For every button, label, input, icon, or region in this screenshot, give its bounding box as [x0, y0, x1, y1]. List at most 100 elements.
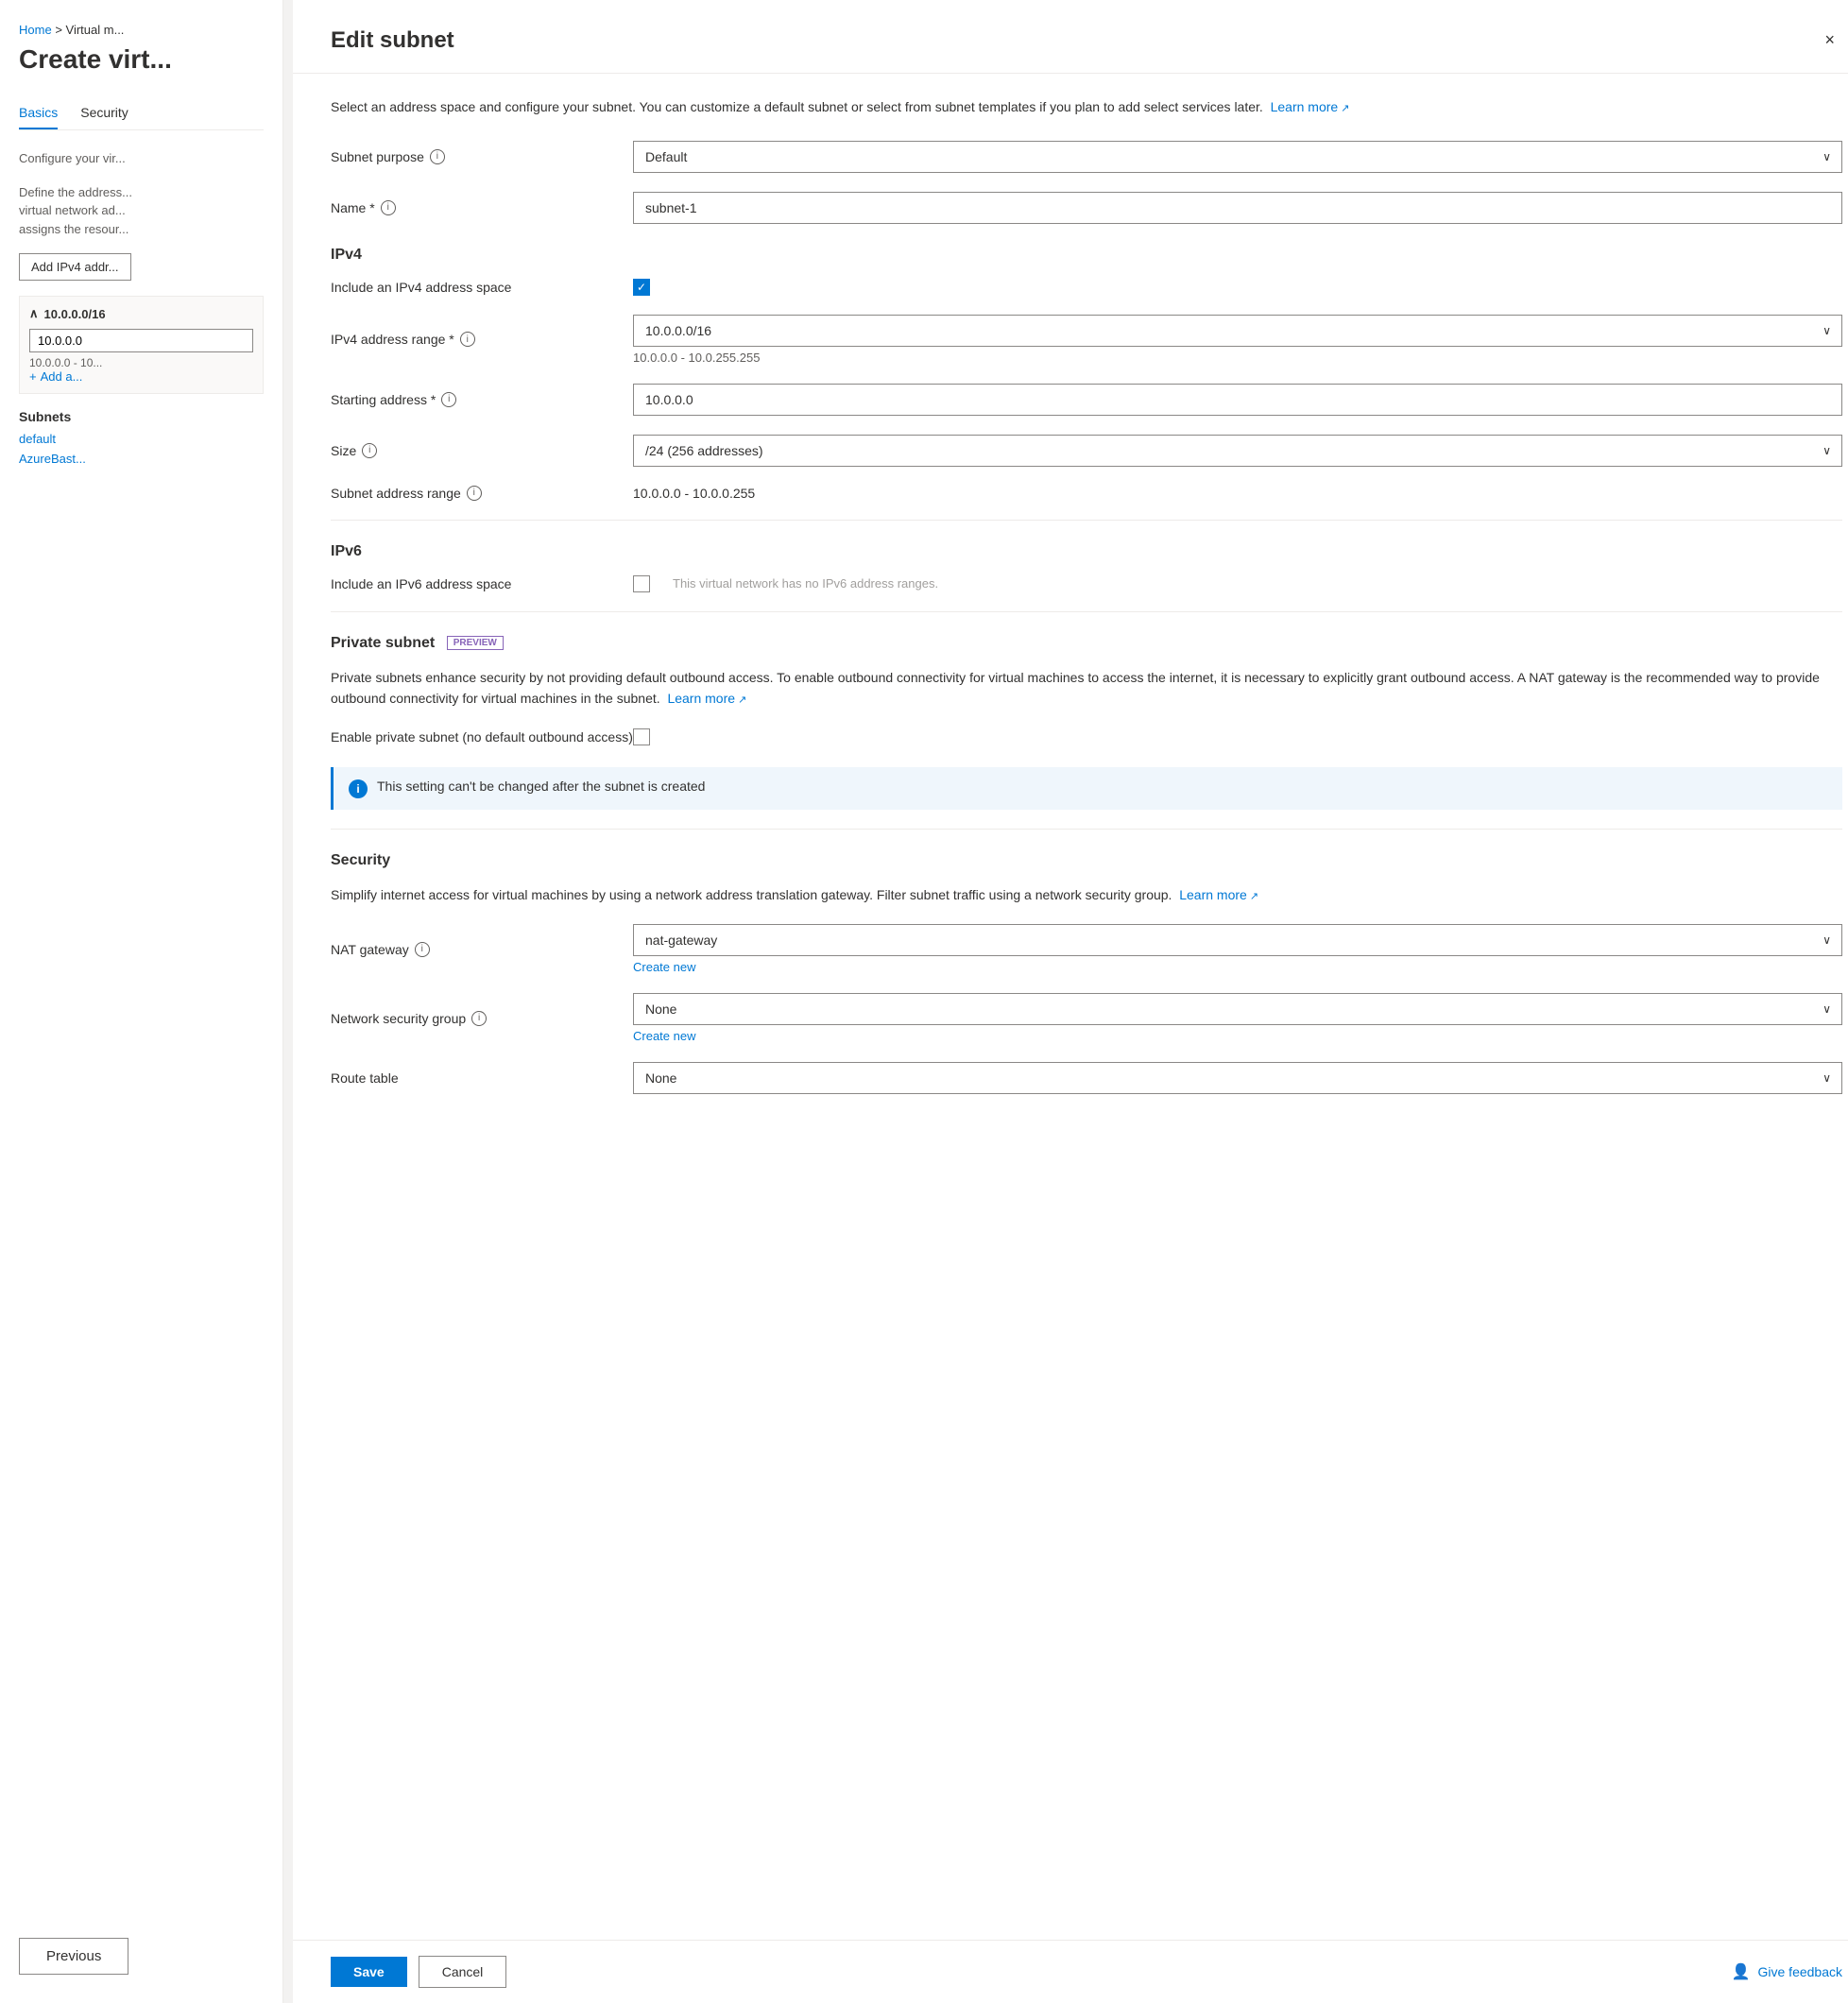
subnet-range-info-icon[interactable]: i [467, 486, 482, 501]
include-ipv4-row: Include an IPv4 address space ✓ [331, 279, 1842, 296]
include-ipv6-row: Include an IPv6 address space This virtu… [331, 575, 1842, 592]
subnet-purpose-row: Subnet purpose i Default [331, 141, 1842, 173]
route-table-select-wrapper: None [633, 1062, 1842, 1094]
nat-gateway-control: nat-gateway Create new [633, 924, 1842, 974]
save-button[interactable]: Save [331, 1957, 407, 1987]
ipv6-heading: IPv6 [331, 543, 1842, 560]
starting-address-control [633, 384, 1842, 416]
add-link[interactable]: + Add a... [29, 369, 253, 384]
divider-private-security [331, 829, 1842, 830]
panel-title: Edit subnet [331, 27, 454, 54]
define-label: Define the address... virtual network ad… [19, 183, 264, 239]
subnets-label: Subnets [19, 409, 264, 424]
breadcrumb-separator: > [55, 23, 65, 37]
security-heading: Security [331, 852, 1842, 869]
size-label: Size i [331, 443, 633, 458]
private-subnet-heading: Private subnet PREVIEW [331, 635, 1842, 652]
nat-gateway-select[interactable]: nat-gateway [633, 924, 1842, 956]
name-input[interactable] [633, 192, 1842, 224]
panel-header: Edit subnet × [293, 0, 1848, 74]
name-control [633, 192, 1842, 224]
security-desc: Simplify internet access for virtual mac… [331, 884, 1842, 906]
include-ipv6-control: This virtual network has no IPv6 address… [633, 575, 1842, 592]
give-feedback[interactable]: 👤 Give feedback [1732, 1962, 1842, 1981]
preview-badge: PREVIEW [447, 636, 504, 650]
subnet-purpose-select-wrapper: Default [633, 141, 1842, 173]
nsg-select-wrapper: None [633, 993, 1842, 1025]
include-ipv4-control: ✓ [633, 279, 1842, 296]
nsg-label: Network security group i [331, 1011, 633, 1026]
size-info-icon[interactable]: i [362, 443, 377, 458]
subnet-azurebast-link[interactable]: AzureBast... [19, 452, 264, 466]
tab-basics[interactable]: Basics [19, 97, 58, 129]
name-info-icon[interactable]: i [381, 200, 396, 215]
ipv4-range-info-icon[interactable]: i [460, 332, 475, 347]
close-button[interactable]: × [1817, 26, 1842, 54]
ip-header: ∧ 10.0.0.0/16 [29, 306, 253, 321]
enable-private-label: Enable private subnet (no default outbou… [331, 728, 633, 747]
route-table-label: Route table [331, 1070, 633, 1086]
ip-block: ∧ 10.0.0.0/16 10.0.0.0 - 10... + Add a..… [19, 296, 264, 394]
ipv4-range-select[interactable]: 10.0.0.0/16 [633, 315, 1842, 347]
subnet-purpose-control: Default [633, 141, 1842, 173]
size-select[interactable]: /24 (256 addresses) [633, 435, 1842, 467]
configure-label: Configure your vir... [19, 149, 264, 168]
starting-address-label: Starting address * i [331, 392, 633, 407]
subnet-range-label: Subnet address range i [331, 486, 633, 501]
route-table-select[interactable]: None [633, 1062, 1842, 1094]
enable-private-control [633, 728, 1842, 748]
ipv4-range-label: IPv4 address range * i [331, 332, 633, 347]
name-row: Name * i [331, 192, 1842, 224]
edit-subnet-panel: Edit subnet × Select an address space an… [293, 0, 1848, 2003]
footer-left: Save Cancel [331, 1956, 506, 1988]
ipv4-range-control: 10.0.0.0/16 10.0.0.0 - 10.0.255.255 [633, 315, 1842, 365]
enable-private-row: Enable private subnet (no default outbou… [331, 728, 1842, 748]
learn-more-intro[interactable]: Learn more [1271, 99, 1350, 114]
nat-gateway-select-wrapper: nat-gateway [633, 924, 1842, 956]
nat-gateway-create-new[interactable]: Create new [633, 960, 1842, 974]
nsg-create-new[interactable]: Create new [633, 1029, 1842, 1043]
cancel-button[interactable]: Cancel [419, 1956, 507, 1988]
nsg-select[interactable]: None [633, 993, 1842, 1025]
nsg-info-icon[interactable]: i [471, 1011, 487, 1026]
previous-button[interactable]: Previous [19, 1938, 128, 1975]
subnet-purpose-label: Subnet purpose i [331, 149, 633, 164]
private-desc: Private subnets enhance security by not … [331, 667, 1842, 710]
starting-address-input[interactable] [633, 384, 1842, 416]
panel-footer: Save Cancel 👤 Give feedback [293, 1940, 1848, 2003]
nat-gateway-row: NAT gateway i nat-gateway Create new [331, 924, 1842, 974]
tabs-row: Basics Security [19, 97, 264, 130]
private-learn-more[interactable]: Learn more [667, 691, 746, 706]
divider-ipv4-ipv6 [331, 520, 1842, 521]
divider-ipv6-private [331, 611, 1842, 612]
ip-range-input[interactable] [29, 329, 253, 352]
subnet-range-value: 10.0.0.0 - 10.0.0.255 [633, 486, 1842, 501]
security-learn-more[interactable]: Learn more [1179, 887, 1258, 902]
include-ipv6-checkbox[interactable] [633, 575, 650, 592]
include-ipv4-label: Include an IPv4 address space [331, 280, 633, 295]
breadcrumb-current: Virtual m... [66, 23, 125, 37]
nat-gateway-info-icon[interactable]: i [415, 942, 430, 957]
starting-address-info-icon[interactable]: i [441, 392, 456, 407]
ipv4-range-sub: 10.0.0.0 - 10.0.255.255 [633, 351, 1842, 365]
ipv4-range-select-wrapper: 10.0.0.0/16 [633, 315, 1842, 347]
route-table-row: Route table None [331, 1062, 1842, 1094]
subnet-purpose-select[interactable]: Default [633, 141, 1842, 173]
include-ipv4-checkbox[interactable]: ✓ [633, 279, 650, 296]
breadcrumb: Home > Virtual m... [19, 23, 264, 37]
size-control: /24 (256 addresses) [633, 435, 1842, 467]
nsg-row: Network security group i None Create new [331, 993, 1842, 1043]
size-select-wrapper: /24 (256 addresses) [633, 435, 1842, 467]
include-ipv6-label: Include an IPv6 address space [331, 576, 633, 591]
add-ipv4-btn[interactable]: Add IPv4 addr... [19, 253, 131, 281]
panel-body: Select an address space and configure yo… [293, 74, 1848, 1940]
ipv4-range-row: IPv4 address range * i 10.0.0.0/16 10.0.… [331, 315, 1842, 365]
subnet-default-link[interactable]: default [19, 432, 264, 446]
page-title: Create virt... [19, 44, 264, 75]
subnet-purpose-info-icon[interactable]: i [430, 149, 445, 164]
tab-security[interactable]: Security [80, 97, 128, 129]
enable-private-checkbox[interactable] [633, 728, 650, 745]
breadcrumb-home[interactable]: Home [19, 23, 52, 37]
name-label: Name * i [331, 200, 633, 215]
feedback-icon: 👤 [1732, 1962, 1751, 1981]
